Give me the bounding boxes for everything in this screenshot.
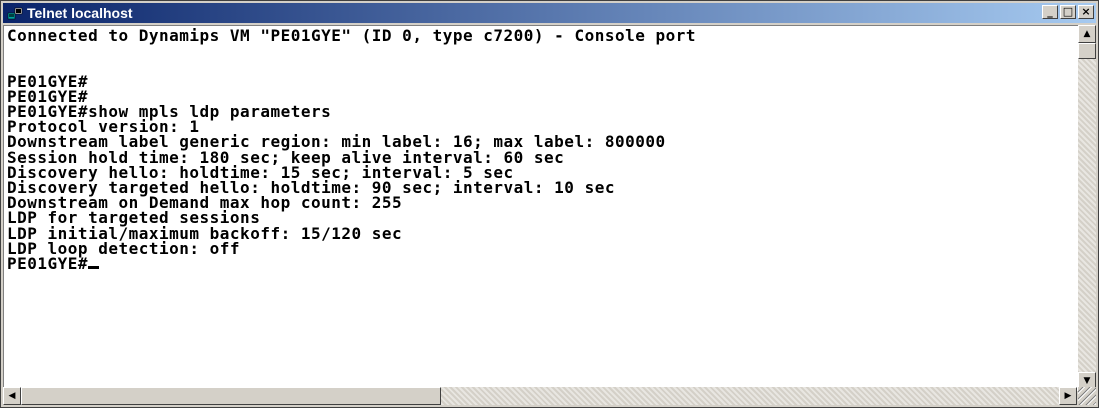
console-prompt: PE01GYE# [7, 254, 89, 272]
horizontal-scrollbar[interactable]: ◀ ▶ [3, 387, 1077, 405]
title-bar[interactable]: Telnet localhost _ □ × [3, 3, 1096, 23]
vertical-scrollbar[interactable]: ▲ ▼ [1078, 25, 1096, 390]
maximize-button[interactable]: □ [1060, 5, 1076, 19]
console-line: Connected to Dynamips VM "PE01GYE" (ID 0… [7, 26, 697, 45]
telnet-window: Telnet localhost _ □ × Connected to Dyna… [0, 0, 1099, 408]
console-output: Connected to Dynamips VM "PE01GYE" (ID 0… [4, 26, 1078, 272]
telnet-window-icon [7, 7, 23, 20]
close-button[interactable]: × [1078, 5, 1094, 19]
scroll-up-button[interactable]: ▲ [1078, 25, 1096, 43]
scroll-left-button[interactable]: ◀ [3, 387, 21, 405]
vertical-scroll-thumb[interactable] [1078, 43, 1096, 59]
horizontal-scroll-thumb[interactable] [21, 387, 441, 405]
title-bar-controls: _ □ × [1040, 5, 1094, 21]
window-title: Telnet localhost [27, 5, 133, 21]
minimize-button[interactable]: _ [1042, 5, 1058, 19]
console-area[interactable]: Connected to Dynamips VM "PE01GYE" (ID 0… [3, 25, 1078, 391]
resize-grip-icon[interactable] [1078, 387, 1096, 405]
scroll-right-button[interactable]: ▶ [1059, 387, 1077, 405]
text-cursor [88, 266, 100, 270]
